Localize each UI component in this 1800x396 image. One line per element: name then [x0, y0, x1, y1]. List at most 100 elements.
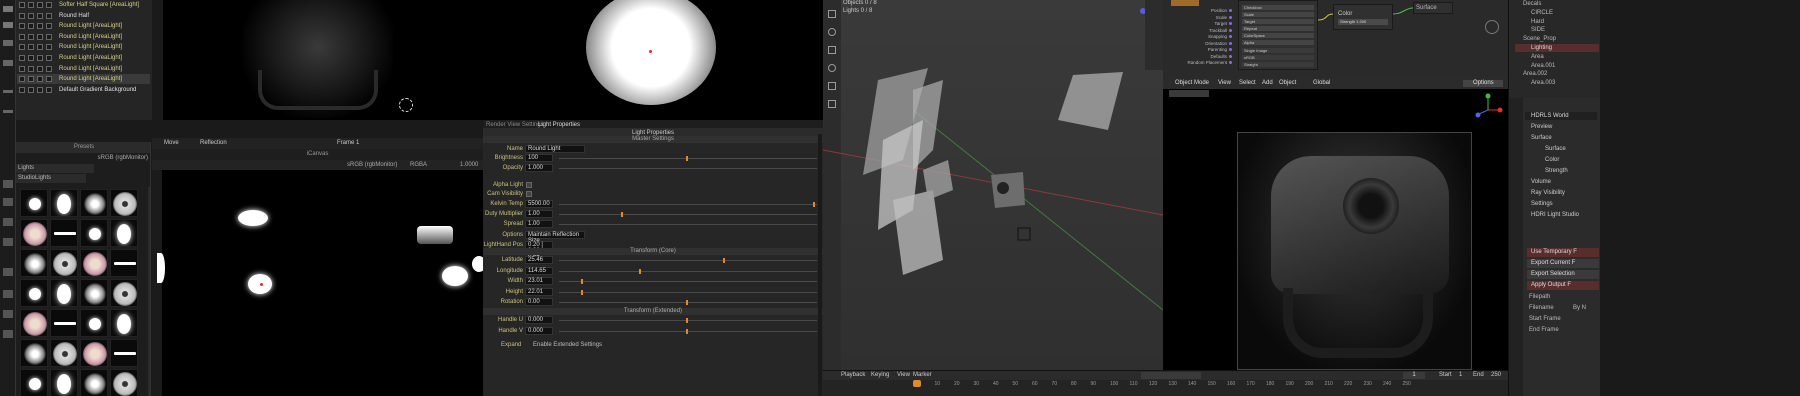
preset-thumbnail[interactable] — [20, 339, 48, 367]
layer-toggle-icon[interactable] — [37, 76, 43, 83]
layer-row[interactable]: Round Light [AreaLight] — [17, 64, 150, 74]
layer-toggle-icon[interactable] — [28, 55, 34, 61]
preset-thumbnail[interactable] — [20, 369, 48, 396]
transform-slider-track[interactable] — [559, 291, 817, 293]
canvas-mode[interactable]: RGBA — [410, 162, 427, 168]
props-item[interactable]: Surface — [1545, 146, 1566, 152]
layer-toggle-icon[interactable] — [28, 12, 34, 19]
transform-slider-track[interactable] — [559, 302, 817, 303]
layer-toggle-icon[interactable] — [37, 2, 43, 8]
layer-row[interactable]: Round Light [AreaLight] — [17, 32, 150, 42]
menu-object[interactable]: Object — [1279, 80, 1296, 86]
layer-toggle-icon[interactable] — [28, 44, 34, 51]
preset-thumbnail[interactable] — [80, 249, 108, 277]
menu-playback[interactable]: Playback — [841, 372, 865, 378]
slider-handle[interactable] — [813, 202, 815, 207]
layer-toggle-icon[interactable] — [19, 65, 25, 72]
props-item[interactable]: Strength — [1545, 168, 1568, 174]
transform-input[interactable]: 23.01 — [525, 277, 553, 285]
outliner-item[interactable]: Area.002 — [1515, 70, 1599, 78]
rotate-icon[interactable] — [3, 60, 13, 66]
transform-input[interactable]: 114.65 — [525, 266, 553, 275]
footer-value[interactable]: Enable Extended Settings — [533, 342, 602, 348]
options-label[interactable]: Options — [1473, 80, 1494, 86]
object-mode-dropdown[interactable]: Object Mode — [1175, 80, 1209, 86]
preset-thumbnail[interactable] — [110, 339, 138, 367]
transform-input[interactable]: 0.00 — [525, 298, 553, 306]
layer-row[interactable]: Round Half — [17, 11, 150, 21]
preset-thumbnail[interactable] — [20, 309, 48, 337]
preset-thumbnail[interactable] — [20, 279, 48, 307]
layer-toggle-icon[interactable] — [37, 12, 43, 19]
lights-dropdown[interactable]: Lights — [16, 164, 94, 173]
light-blob[interactable] — [417, 226, 453, 244]
menu-view[interactable]: View — [1218, 80, 1231, 86]
preset-thumbnail[interactable] — [20, 189, 48, 217]
field-input[interactable]: Round Light — [525, 145, 585, 153]
canvas-value[interactable]: 1.0000 — [460, 162, 478, 168]
layer-row[interactable]: Softer Half Square [AreaLight] — [17, 0, 150, 10]
outliner-item[interactable]: Lighting — [1515, 44, 1599, 52]
eraser-icon[interactable] — [3, 22, 13, 28]
preset-thumbnail[interactable] — [50, 279, 78, 307]
slider-handle[interactable] — [686, 328, 688, 334]
field-slider-track[interactable] — [559, 158, 817, 159]
layer-toggle-icon[interactable] — [19, 76, 25, 83]
outliner-item[interactable]: SIDE — [1515, 26, 1599, 34]
node-gizmo-icon[interactable] — [1485, 20, 1499, 34]
field-checkbox[interactable] — [526, 182, 532, 188]
layer-toggle-icon[interactable] — [37, 86, 43, 93]
canvas-colorspace[interactable]: sRGB (rgbMonitor) — [347, 162, 397, 168]
preset-thumbnail[interactable] — [110, 369, 138, 396]
layer-row[interactable]: Round Light [AreaLight] — [17, 53, 150, 63]
field-slider-track[interactable] — [559, 224, 817, 225]
props-item[interactable]: Ray Visibility — [1531, 190, 1565, 196]
orientation-dropdown[interactable]: Global — [1313, 80, 1330, 86]
preset-thumbnail[interactable] — [50, 219, 78, 247]
outliner-item[interactable]: CIRCLE — [1515, 9, 1599, 17]
field-input[interactable]: 5500.00 — [525, 200, 553, 208]
menu-icon[interactable] — [3, 110, 13, 113]
outliner-item[interactable]: Scene_Prop — [1515, 35, 1599, 43]
field-input[interactable]: 1.00 — [525, 220, 553, 228]
menu-keying[interactable]: Keying — [871, 372, 889, 378]
section-transform-extended[interactable]: Transform (Extended) — [483, 308, 823, 315]
field-input[interactable]: Maintain Reflection Size — [525, 231, 585, 244]
preset-thumbnail[interactable] — [110, 249, 138, 277]
layers-icon[interactable] — [3, 268, 13, 276]
layer-row[interactable]: Round Light [AreaLight] — [17, 21, 150, 31]
slider-handle[interactable] — [686, 318, 688, 323]
export-button[interactable]: Use Temporary F — [1527, 248, 1599, 257]
export-button[interactable]: Export Current F — [1527, 259, 1599, 268]
field-input[interactable]: 1.000 — [525, 164, 553, 172]
transform-input[interactable]: 25.46 — [525, 256, 553, 264]
transform-slider-track[interactable] — [559, 281, 817, 282]
layer-toggle-icon[interactable] — [19, 23, 25, 30]
props-item[interactable]: Color — [1545, 157, 1559, 163]
preset-thumbnail[interactable] — [80, 309, 108, 337]
light-blob[interactable] — [472, 256, 483, 272]
ext-slider-track[interactable] — [559, 330, 817, 332]
layer-row[interactable]: Round Light [AreaLight] — [17, 42, 150, 52]
ext-input[interactable]: 0.000 — [525, 326, 553, 335]
layer-toggle-icon[interactable] — [28, 23, 34, 30]
playback-controls[interactable] — [1141, 372, 1201, 379]
layer-toggle-icon[interactable] — [37, 55, 43, 61]
preset-thumbnail[interactable] — [50, 249, 78, 277]
menu-marker[interactable]: Marker — [913, 372, 932, 378]
layer-toggle-icon[interactable] — [46, 55, 52, 61]
studio-dropdown[interactable]: StudioLights — [16, 174, 86, 183]
outliner-item[interactable]: Area — [1515, 53, 1599, 61]
layer-toggle-icon[interactable] — [37, 65, 43, 72]
outliner-item[interactable]: Hard — [1515, 18, 1599, 26]
layer-toggle-icon[interactable] — [28, 2, 34, 8]
preset-thumbnail[interactable] — [50, 309, 78, 337]
axis-gizmo[interactable] — [1473, 92, 1503, 132]
slider-handle[interactable] — [581, 289, 583, 295]
layer-toggle-icon[interactable] — [37, 44, 43, 51]
preset-thumbnail[interactable] — [110, 279, 138, 307]
slider-handle[interactable] — [621, 212, 623, 217]
menu-view[interactable]: View — [897, 372, 910, 378]
layer-toggle-icon[interactable] — [46, 86, 52, 93]
layer-toggle-icon[interactable] — [19, 86, 25, 93]
